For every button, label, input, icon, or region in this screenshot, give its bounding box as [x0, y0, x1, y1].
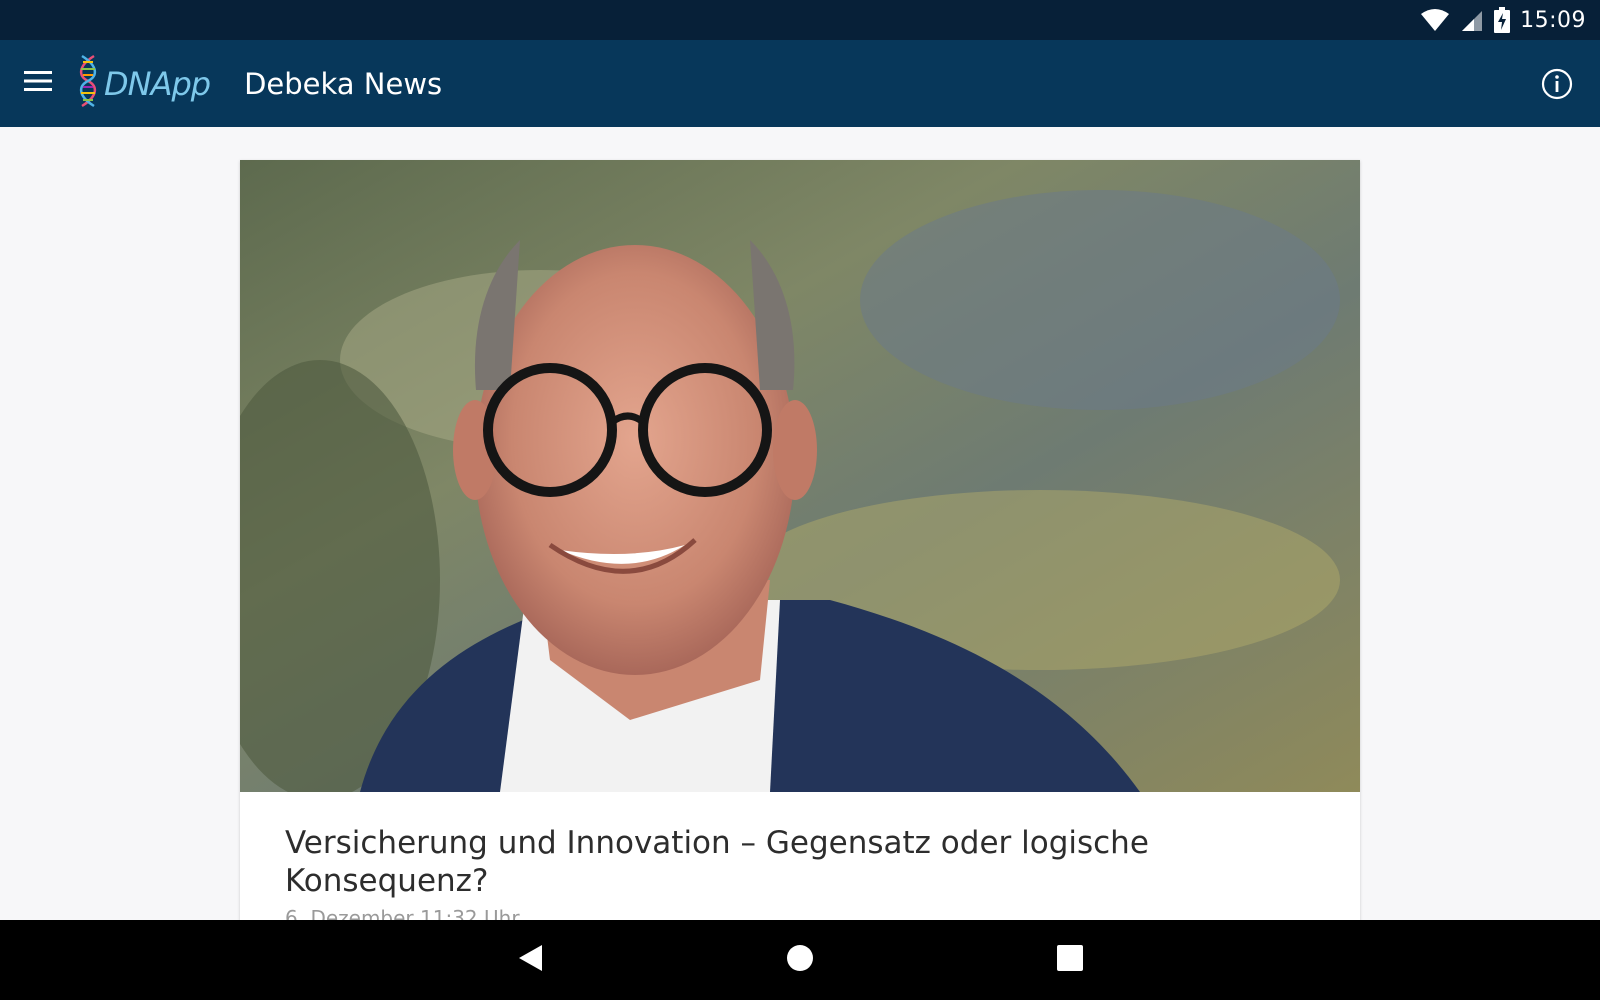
dna-helix-icon — [74, 54, 102, 113]
back-button[interactable] — [490, 920, 570, 1000]
news-feed: Versicherung und Innovation – Gegensatz … — [0, 127, 1600, 920]
menu-button[interactable] — [0, 40, 76, 127]
article-body: Versicherung und Innovation – Gegensatz … — [240, 792, 1360, 920]
article-image — [240, 160, 1360, 792]
app-title: Debeka News — [244, 66, 443, 101]
status-bar: 15:09 — [0, 0, 1600, 40]
app-logo: DNApp — [74, 40, 211, 127]
app-bar: DNApp Debeka News — [0, 40, 1600, 127]
article-date: 6. Dezember 11:32 Uhr — [285, 906, 520, 920]
article-title: Versicherung und Innovation – Gegensatz … — [285, 825, 1149, 899]
cell-signal-icon — [1460, 8, 1484, 32]
recents-icon — [1057, 944, 1083, 976]
home-button[interactable] — [760, 920, 840, 1000]
info-button[interactable] — [1538, 65, 1576, 103]
battery-charging-icon — [1494, 7, 1511, 33]
logo-text: DNApp — [104, 64, 211, 103]
wifi-icon — [1420, 8, 1450, 32]
status-time: 15:09 — [1520, 7, 1586, 33]
recents-button[interactable] — [1030, 920, 1110, 1000]
back-icon — [516, 943, 544, 978]
hamburger-menu-icon — [24, 70, 52, 97]
home-icon — [786, 944, 814, 977]
system-nav-bar — [0, 920, 1600, 1000]
info-icon — [1538, 68, 1576, 107]
news-article-card[interactable]: Versicherung und Innovation – Gegensatz … — [240, 160, 1360, 920]
